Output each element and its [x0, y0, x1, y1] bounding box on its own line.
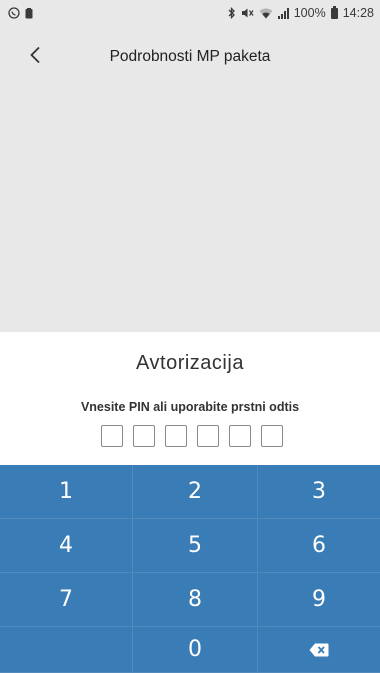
- auth-title: Avtorizacija: [136, 352, 244, 374]
- backspace-button[interactable]: [258, 627, 380, 673]
- keypad-key-5[interactable]: 5: [133, 519, 258, 573]
- signal-icon: [277, 7, 289, 19]
- numeric-keypad: 123 456 7890: [0, 465, 380, 673]
- whatsapp-icon: [8, 7, 20, 19]
- keypad-key-3[interactable]: 3: [258, 465, 380, 519]
- keypad-key-0[interactable]: 0: [133, 627, 258, 673]
- keypad-empty-cell: [0, 627, 133, 673]
- pin-digit-box: [165, 425, 187, 447]
- pin-input[interactable]: [101, 425, 283, 447]
- pin-digit-box: [133, 425, 155, 447]
- status-right: 100% 14:28: [228, 5, 374, 20]
- wifi-icon: [259, 8, 273, 19]
- bluetooth-icon: [228, 7, 236, 19]
- status-left: [8, 7, 33, 19]
- clock: 14:28: [342, 6, 374, 20]
- auth-panel: Avtorizacija Vnesite PIN ali uporabite p…: [0, 332, 380, 465]
- mute-icon: [241, 7, 254, 19]
- screen: 100% 14:28 Podrobnosti MP paketa Avtoriz…: [0, 0, 380, 673]
- keypad-key-9[interactable]: 9: [258, 573, 380, 627]
- pin-digit-box: [229, 425, 251, 447]
- keypad-key-6[interactable]: 6: [258, 519, 380, 573]
- status-bar: 100% 14:28: [0, 0, 380, 26]
- keypad-key-8[interactable]: 8: [133, 573, 258, 627]
- pin-digit-box: [197, 425, 219, 447]
- keypad-key-4[interactable]: 4: [0, 519, 133, 573]
- keypad-key-1[interactable]: 1: [0, 465, 133, 519]
- auth-subtitle: Vnesite PIN ali uporabite prstni odtis: [80, 400, 300, 414]
- pin-digit-box: [261, 425, 283, 447]
- page-title: Podrobnosti MP paketa: [109, 48, 271, 65]
- backspace-icon: [309, 643, 329, 657]
- notification-icon: [25, 7, 33, 19]
- battery-icon: [330, 5, 338, 19]
- battery-percent: 100%: [293, 6, 326, 20]
- app-bar: Podrobnosti MP paketa: [0, 26, 380, 92]
- pin-digit-box: [101, 425, 123, 447]
- keypad-key-7[interactable]: 7: [0, 573, 133, 627]
- keypad-key-2[interactable]: 2: [133, 465, 258, 519]
